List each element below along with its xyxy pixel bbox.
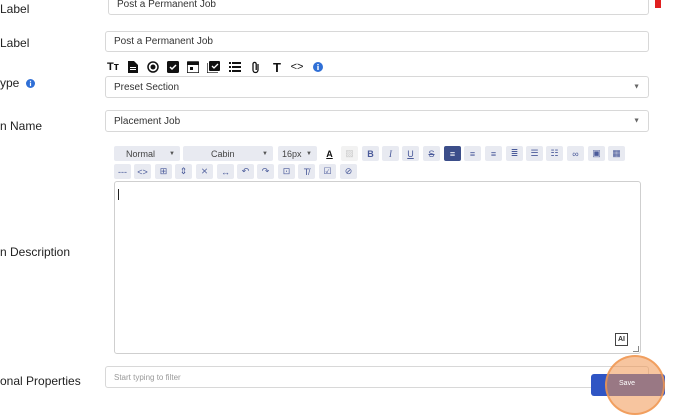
properties-placeholder: Start typing to filter bbox=[114, 372, 181, 382]
redo-icon[interactable]: ↷ bbox=[257, 164, 274, 179]
code-view-icon[interactable]: <> bbox=[134, 164, 151, 179]
highlight-icon[interactable]: ▨ bbox=[341, 146, 358, 161]
type-select[interactable]: Preset Section ▼ bbox=[105, 76, 649, 98]
align-center-icon[interactable]: ≡ bbox=[464, 146, 481, 161]
info-icon[interactable] bbox=[311, 60, 325, 74]
code-icon[interactable]: <> bbox=[290, 60, 304, 74]
grid-icon[interactable]: ⊞ bbox=[155, 164, 172, 179]
clear-format-icon[interactable]: T̸ bbox=[298, 164, 315, 179]
chevron-down-icon: ▼ bbox=[633, 117, 640, 125]
expand-vertical-icon[interactable]: ⇕ bbox=[175, 164, 192, 179]
name-select-value: Placement Job bbox=[114, 115, 181, 127]
resize-handle[interactable] bbox=[633, 346, 639, 352]
type-select-value: Preset Section bbox=[114, 81, 180, 93]
checklist-format-icon[interactable]: ☑ bbox=[319, 164, 336, 179]
top-label-input[interactable]: Post a Permanent Job bbox=[108, 0, 649, 15]
collapse-vertical-icon[interactable]: ⨯ bbox=[196, 164, 213, 179]
text-cursor bbox=[118, 189, 119, 200]
name-field-label: n Name bbox=[0, 119, 43, 133]
radio-icon[interactable] bbox=[146, 60, 160, 74]
document-icon[interactable] bbox=[126, 60, 140, 74]
type-info-icon bbox=[25, 77, 35, 91]
top-label-value: Post a Permanent Job bbox=[117, 0, 216, 10]
underline-icon[interactable]: U bbox=[402, 146, 419, 161]
size-select-value: 16px bbox=[282, 148, 302, 159]
type-label-text: ype bbox=[0, 76, 20, 90]
strikethrough-icon[interactable]: S bbox=[423, 146, 440, 161]
label-input[interactable]: Post a Permanent Job bbox=[105, 31, 649, 52]
description-label: n Description bbox=[0, 245, 71, 259]
expand-horizontal-icon[interactable]: ↔ bbox=[217, 164, 234, 179]
properties-label: onal Properties bbox=[0, 374, 81, 388]
label-input-value: Post a Permanent Job bbox=[114, 36, 213, 47]
text-size-icon[interactable]: Tт bbox=[106, 60, 120, 74]
delete-icon[interactable] bbox=[655, 0, 661, 8]
name-select[interactable]: Placement Job ▼ bbox=[105, 110, 649, 132]
bullet-list-icon[interactable]: ☰ bbox=[526, 146, 543, 161]
numbered-list-icon[interactable]: ☷ bbox=[546, 146, 563, 161]
ai-assistant-icon[interactable]: AI bbox=[615, 333, 628, 346]
table-icon[interactable]: ▦ bbox=[608, 146, 625, 161]
text-color-icon[interactable]: A bbox=[321, 146, 338, 161]
block-icon[interactable]: ⊘ bbox=[340, 164, 357, 179]
properties-filter-input[interactable]: Start typing to filter bbox=[105, 366, 649, 388]
size-select[interactable]: 16px ▼ bbox=[278, 146, 317, 161]
top-field-label: Label bbox=[0, 2, 30, 16]
checklist-icon[interactable] bbox=[206, 60, 220, 74]
font-select[interactable]: Cabin ▼ bbox=[183, 146, 273, 161]
save-button-label: Save bbox=[619, 380, 635, 387]
align-justify-icon[interactable]: ≣ bbox=[506, 146, 523, 161]
ai-label: AI bbox=[618, 336, 625, 343]
bold-icon[interactable]: B bbox=[362, 146, 379, 161]
align-left-icon[interactable]: ≡ bbox=[444, 146, 461, 161]
chevron-down-icon: ▼ bbox=[633, 83, 640, 91]
chevron-down-icon: ▼ bbox=[169, 150, 175, 157]
chevron-down-icon: ▼ bbox=[262, 150, 268, 157]
align-right-icon[interactable]: ≡ bbox=[485, 146, 502, 161]
label-field-label: Label bbox=[0, 36, 30, 50]
description-editor[interactable]: AI bbox=[114, 181, 641, 354]
text-icon[interactable]: T bbox=[270, 60, 284, 75]
list-icon[interactable] bbox=[228, 60, 242, 74]
font-select-value: Cabin bbox=[211, 148, 235, 159]
calendar-icon[interactable] bbox=[186, 60, 200, 74]
fullscreen-icon[interactable]: ⊡ bbox=[278, 164, 295, 179]
format-select-value: Normal bbox=[126, 148, 156, 159]
chevron-down-icon: ▼ bbox=[306, 150, 312, 157]
horizontal-rule-icon[interactable]: --- bbox=[114, 164, 131, 179]
checkbox-icon[interactable] bbox=[166, 60, 180, 74]
format-select[interactable]: Normal ▼ bbox=[114, 146, 180, 161]
paperclip-icon[interactable] bbox=[249, 60, 263, 74]
image-icon[interactable]: ▣ bbox=[588, 146, 605, 161]
type-field-label: ype bbox=[0, 76, 35, 91]
italic-icon[interactable]: I bbox=[382, 146, 399, 161]
link-icon[interactable]: ∞ bbox=[567, 146, 584, 161]
undo-icon[interactable]: ↶ bbox=[237, 164, 254, 179]
